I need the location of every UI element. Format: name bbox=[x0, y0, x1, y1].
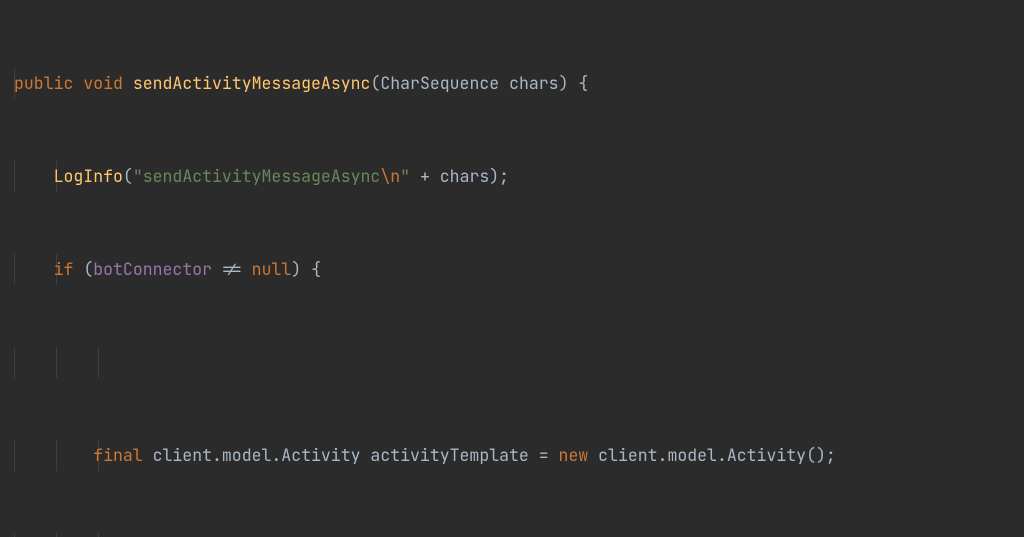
code-line: activityTemplate.text((String)chars); bbox=[14, 533, 1024, 537]
code-line: public void sendActivityMessageAsync(Cha… bbox=[14, 68, 1024, 99]
code-line: LogInfo("sendActivityMessageAsync\n" + c… bbox=[14, 161, 1024, 192]
code-editor[interactable]: public void sendActivityMessageAsync(Cha… bbox=[0, 0, 1024, 537]
code-line bbox=[14, 347, 1024, 378]
code-line: final client.model.Activity activityTemp… bbox=[14, 440, 1024, 471]
code-line: if (botConnector != null) { bbox=[14, 254, 1024, 285]
